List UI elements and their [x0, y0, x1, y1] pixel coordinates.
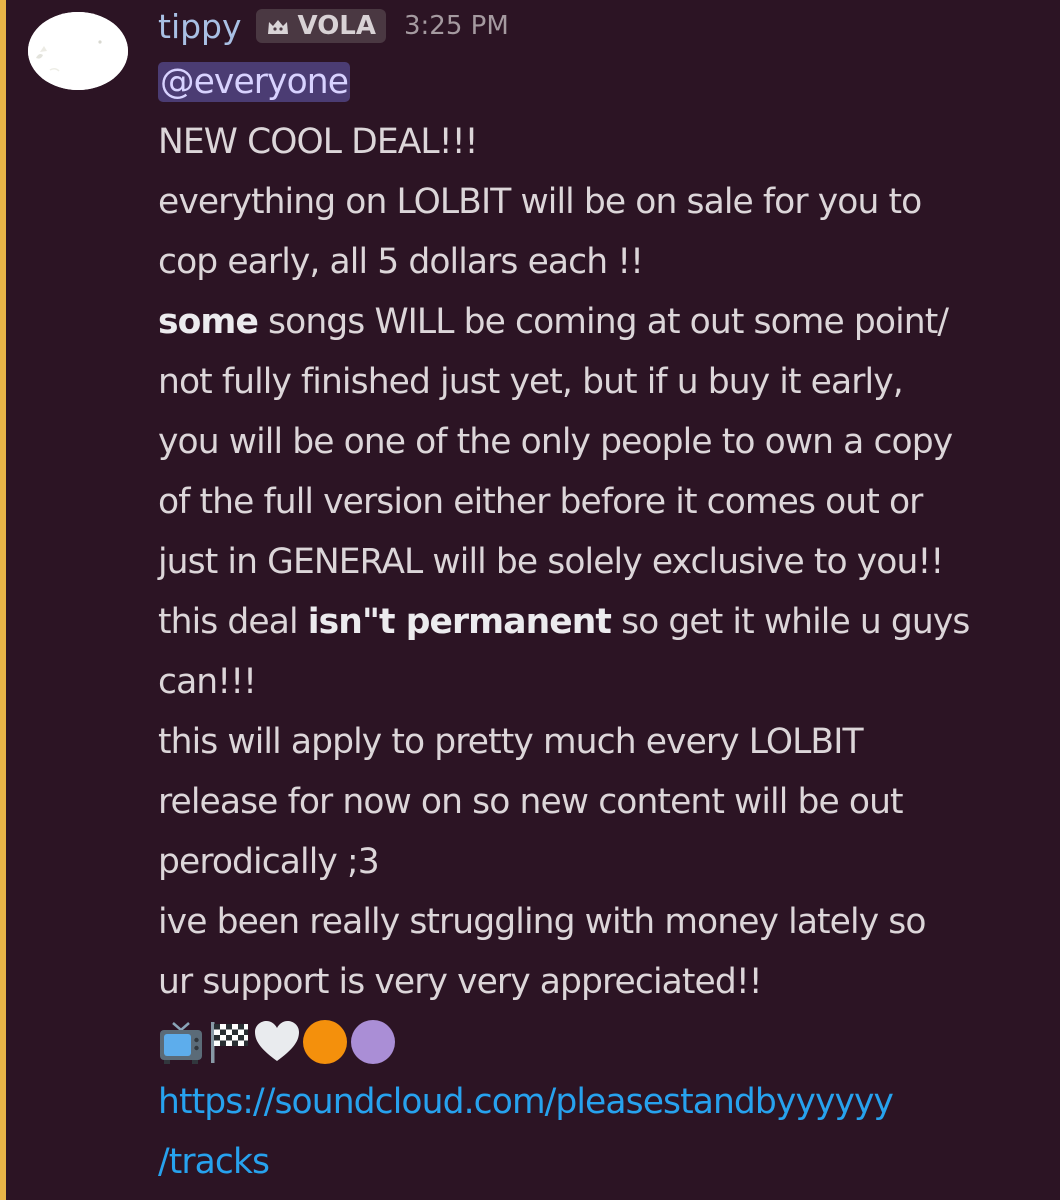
purple-circle-icon[interactable] — [350, 1019, 396, 1065]
message-line: cop early, all 5 dollars each !! — [158, 242, 644, 282]
message-line: can!!! — [158, 662, 257, 702]
message-text: so get it while u guys — [611, 602, 970, 642]
mention-line: @everyone — [158, 52, 1048, 112]
chat-message: tippy VOLA 3:25 PM @everyone NEW COOL DE… — [0, 0, 1060, 1200]
role-tag[interactable]: VOLA — [255, 9, 386, 43]
avatar[interactable] — [28, 12, 128, 90]
message-line: some songs WILL be coming at out some po… — [158, 292, 1048, 352]
cat-icon — [264, 14, 292, 38]
bold-text: some — [158, 302, 259, 342]
message-line: not fully finished just yet, but if u bu… — [158, 362, 904, 402]
orange-circle-icon[interactable] — [302, 1019, 348, 1065]
message-text: songs WILL be coming at out some point/ — [257, 302, 949, 342]
soundcloud-link[interactable]: https://soundcloud.com/pleasestandbyyyyy… — [158, 1072, 1048, 1132]
message-header: tippy VOLA 3:25 PM — [158, 4, 509, 48]
everyone-mention[interactable]: @everyone — [158, 62, 351, 102]
message-line: you will be one of the only people to ow… — [158, 422, 953, 462]
message-line: everything on LOLBIT will be on sale for… — [158, 182, 922, 222]
message-line: ur support is very very appreciated!! — [158, 962, 763, 1002]
checkered-flag-icon[interactable] — [206, 1019, 252, 1065]
emoji-row — [158, 1012, 1048, 1072]
message-content: @everyone NEW COOL DEAL!!! everything on… — [158, 52, 1048, 1192]
message-text: this deal — [158, 602, 308, 642]
message-line: perodically ;3 — [158, 842, 380, 882]
message-line: NEW COOL DEAL!!! — [158, 122, 478, 162]
message-line: this deal isn"t permanent so get it whil… — [158, 592, 1048, 652]
message-line: release for now on so new content will b… — [158, 782, 904, 822]
message-line: ive been really struggling with money la… — [158, 902, 926, 942]
message-line: this will apply to pretty much every LOL… — [158, 722, 864, 762]
television-icon[interactable] — [158, 1019, 204, 1065]
white-heart-icon[interactable] — [254, 1019, 300, 1065]
role-tag-label: VOLA — [297, 11, 376, 41]
username[interactable]: tippy — [158, 7, 242, 46]
message-line: just in GENERAL will be solely exclusive… — [158, 542, 944, 582]
timestamp: 3:25 PM — [404, 11, 509, 41]
bold-text: isn"t permanent — [307, 602, 612, 642]
message-line: of the full version either before it com… — [158, 482, 923, 522]
soundcloud-link-continued[interactable]: /tracks — [158, 1132, 1048, 1192]
avatar-image — [28, 12, 128, 90]
